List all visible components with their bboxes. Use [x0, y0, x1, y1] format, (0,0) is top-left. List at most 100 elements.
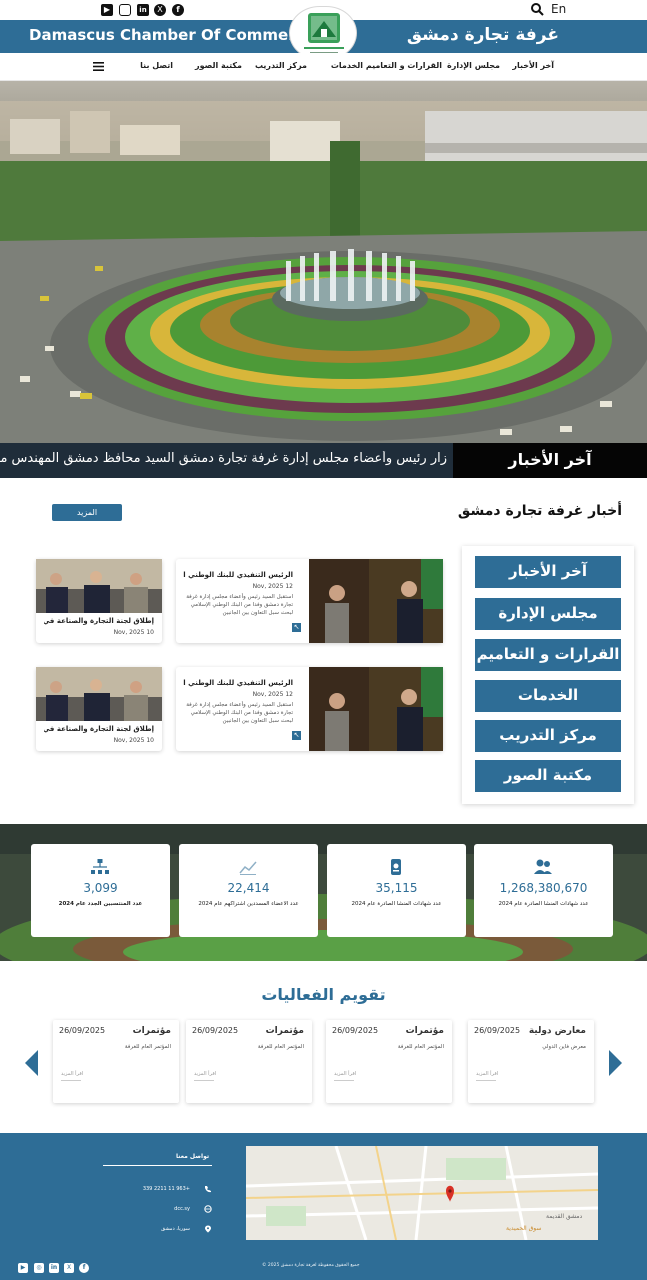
event-divider — [61, 1080, 81, 1081]
news-card-title[interactable]: الرئيس التنفيذي للبنك الوطني الإسلامي — [183, 679, 293, 687]
stat-card: 3,099 عدد المنتسبين الجدد عام 2024 — [31, 844, 170, 937]
stats-band: 1,268,380,670 عدد شهادات المنشأ الصادرة … — [0, 824, 647, 961]
event-divider — [194, 1080, 214, 1081]
map-label: سوق الحميدية — [506, 1225, 541, 1232]
location-map[interactable]: دمشق القديمة سوق الحميدية — [246, 1146, 598, 1240]
x-icon[interactable]: X — [154, 4, 166, 16]
more-news-button[interactable]: المزيد — [52, 504, 122, 521]
event-type: مؤتمرات — [405, 1026, 444, 1036]
event-type: مؤتمرات — [132, 1026, 171, 1036]
event-title: المؤتمر العام للغرفة — [124, 1044, 171, 1050]
hamburger-menu-icon[interactable] — [93, 62, 104, 71]
stat-value: 3,099 — [83, 881, 118, 895]
search-icon[interactable] — [530, 2, 544, 16]
stat-label: عدد الأعضاء المسددين اشتراكهم عام 2024 — [198, 901, 299, 907]
copyright-text: © 2025 جميع الحقوق محفوظة لغرفة تجارة دم… — [262, 1263, 360, 1268]
event-card[interactable]: معارض دولية 26/09/2025 معرض فاين الدولي … — [468, 1020, 594, 1103]
nav-item-services[interactable]: الخدمات — [331, 61, 363, 70]
nav-item-gallery[interactable]: مكتبة الصور — [195, 61, 242, 70]
facebook-icon[interactable]: f — [172, 4, 184, 16]
news-ticker: آخر الأخبار زار رئيس وأعضاء مجلس إدارة غ… — [0, 443, 647, 478]
nav-item-contact[interactable]: اتصل بنا — [140, 61, 173, 70]
stat-label: عدد المنتسبين الجدد عام 2024 — [58, 901, 143, 907]
nav-item-training[interactable]: مركز التدريب — [255, 61, 307, 70]
news-card-title[interactable]: إطلاق لجنة التجارة والصناعة في الغرفة — [44, 617, 154, 625]
event-divider — [476, 1080, 496, 1081]
news-image — [36, 667, 162, 721]
side-menu-latest-news[interactable]: آخر الأخبار — [475, 556, 621, 588]
news-card[interactable]: إطلاق لجنة التجارة والصناعة في الغرفة 10… — [36, 559, 162, 643]
events-prev-arrow-icon[interactable] — [25, 1050, 38, 1076]
youtube-icon[interactable]: ▶ — [101, 4, 113, 16]
event-read-more[interactable]: اقرأ المزيد — [334, 1071, 356, 1077]
linkedin-icon[interactable]: in — [137, 4, 149, 16]
chamber-logo[interactable] — [289, 6, 357, 60]
globe-icon — [204, 1205, 212, 1213]
news-card-excerpt: استقبل السيد رئيس وأعضاء مجلس إدارة غرفة… — [186, 594, 293, 616]
event-read-more[interactable]: اقرأ المزيد — [61, 1071, 83, 1077]
footer-instagram-icon[interactable]: ◎ — [34, 1263, 44, 1273]
members-icon — [534, 859, 552, 874]
side-menu-board[interactable]: مجلس الإدارة — [475, 598, 621, 630]
arrow-icon[interactable]: ↖ — [292, 623, 301, 632]
contact-phone-text[interactable]: +963 11 2211 339 — [143, 1186, 190, 1192]
map-label: دمشق القديمة — [546, 1213, 583, 1220]
event-type: مؤتمرات — [265, 1026, 304, 1036]
event-read-more[interactable]: اقرأ المزيد — [476, 1071, 498, 1077]
nav-item-decisions[interactable]: القرارات و التعاميم — [366, 61, 442, 70]
footer-x-icon[interactable]: X — [64, 1263, 74, 1273]
news-image — [36, 559, 162, 613]
events-next-arrow-icon[interactable] — [609, 1050, 622, 1076]
main-nav: آخر الأخبار مجلس الإدارة القرارات و التع… — [0, 53, 647, 81]
ticker-text[interactable]: زار رئيس وأعضاء مجلس إدارة غرفة تجارة دم… — [0, 451, 447, 466]
event-date: 26/09/2025 — [332, 1026, 379, 1035]
news-card-excerpt: استقبل السيد رئيس وأعضاء مجلس إدارة غرفة… — [186, 702, 293, 724]
ticker-label: آخر الأخبار — [453, 443, 647, 478]
instagram-icon[interactable] — [119, 4, 131, 16]
hierarchy-icon — [91, 859, 109, 874]
side-menu-training[interactable]: مركز التدريب — [475, 720, 621, 752]
footer-linkedin-icon[interactable]: in — [49, 1263, 59, 1273]
nav-item-latest-news[interactable]: آخر الأخبار — [512, 61, 554, 70]
contact-phone[interactable]: +963 11 2211 339 — [103, 1185, 212, 1195]
event-date: 26/09/2025 — [192, 1026, 239, 1035]
event-card[interactable]: مؤتمرات 26/09/2025 المؤتمر العام للغرفة … — [53, 1020, 179, 1103]
side-menu-services[interactable]: الخدمات — [475, 680, 621, 712]
contact-address-text: سوريا، دمشق — [161, 1226, 190, 1232]
stat-value: 22,414 — [227, 881, 270, 895]
certificate-icon — [391, 859, 401, 875]
footer-facebook-icon[interactable]: f — [79, 1263, 89, 1273]
news-card-date: 10 Nov, 2025 — [113, 629, 154, 636]
side-menu-gallery[interactable]: مكتبة الصور — [475, 760, 621, 792]
side-menu: آخر الأخبار مجلس الإدارة القرارات و التع… — [462, 546, 634, 804]
contact-address: سوريا، دمشق — [103, 1225, 212, 1235]
news-card-date: 12 Nov, 2025 — [252, 583, 293, 590]
event-date: 26/09/2025 — [474, 1026, 521, 1035]
event-card[interactable]: مؤتمرات 26/09/2025 المؤتمر العام للغرفة … — [186, 1020, 312, 1103]
news-card[interactable]: الرئيس التنفيذي للبنك الوطني الإسلامي 12… — [176, 559, 443, 643]
phone-icon — [205, 1186, 211, 1193]
event-read-more[interactable]: اقرأ المزيد — [194, 1071, 216, 1077]
news-card[interactable]: إطلاق لجنة التجارة والصناعة في الغرفة 10… — [36, 667, 162, 751]
news-section-title: أخبار غرفة تجارة دمشق — [457, 503, 622, 519]
site-footer: دمشق القديمة سوق الحميدية تواصل معنا +96… — [0, 1133, 647, 1280]
location-pin-icon — [205, 1225, 211, 1233]
stat-card: 35,115 عدد شهادات المنشأ الصادرة عام 202… — [327, 844, 466, 937]
news-card-title[interactable]: إطلاق لجنة التجارة والصناعة في الغرفة — [44, 725, 154, 733]
language-switch[interactable]: En — [551, 2, 566, 16]
event-card[interactable]: مؤتمرات 26/09/2025 المؤتمر العام للغرفة … — [326, 1020, 452, 1103]
stat-value: 35,115 — [375, 881, 418, 895]
site-title-en: Damascus Chamber Of Commerce — [29, 26, 315, 44]
stat-card: 1,268,380,670 عدد شهادات المنشأ الصادرة … — [474, 844, 613, 937]
contact-website-text[interactable]: dcc.sy — [174, 1206, 190, 1212]
footer-youtube-icon[interactable]: ▶ — [18, 1263, 28, 1273]
stat-card: 22,414 عدد الأعضاء المسددين اشتراكهم عام… — [179, 844, 318, 937]
contact-website[interactable]: dcc.sy — [103, 1205, 212, 1215]
nav-item-board[interactable]: مجلس الإدارة — [447, 61, 500, 70]
news-card-title[interactable]: الرئيس التنفيذي للبنك الوطني الإسلامي — [183, 571, 293, 579]
news-card[interactable]: الرئيس التنفيذي للبنك الوطني الإسلامي 12… — [176, 667, 443, 751]
side-menu-decisions[interactable]: القرارات و التعاميم — [475, 639, 621, 671]
arrow-icon[interactable]: ↖ — [292, 731, 301, 740]
event-title: المؤتمر العام للغرفة — [257, 1044, 304, 1050]
news-image — [309, 667, 443, 751]
